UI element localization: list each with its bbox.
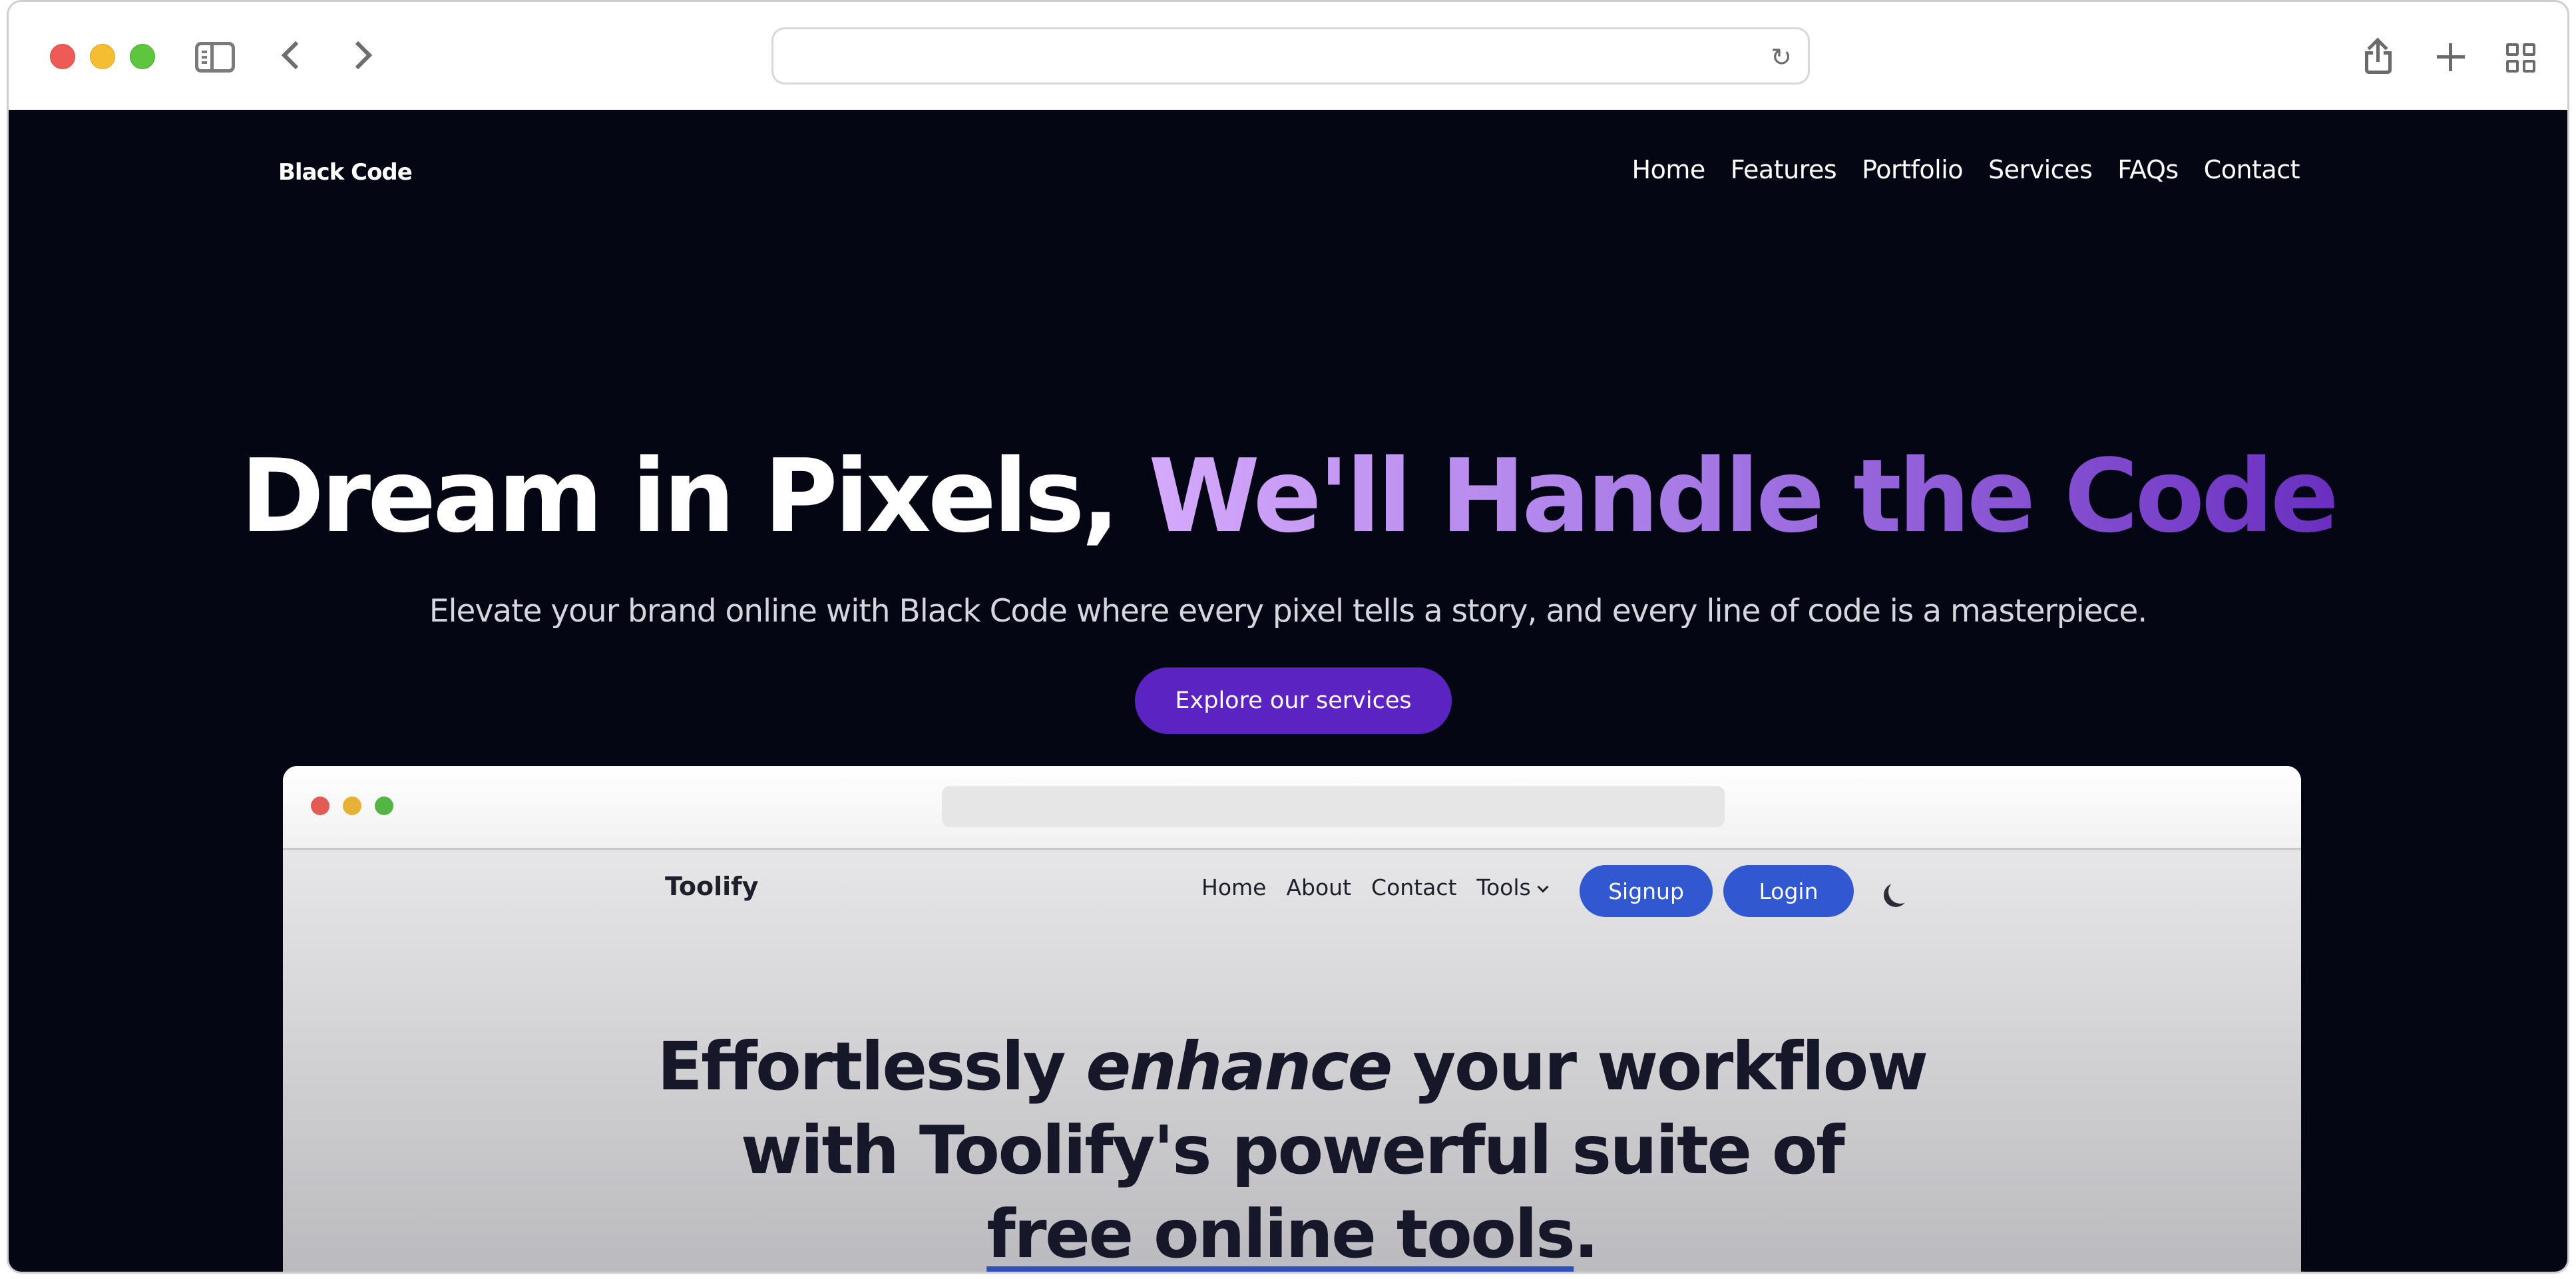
preview-zoom-dot [375, 797, 393, 815]
preview-toolbar [283, 766, 2301, 850]
tab-overview-icon[interactable] [2506, 43, 2537, 74]
preview-headline: Effortlessly enhance your workflow with … [283, 1025, 2301, 1272]
moon-icon [1888, 880, 1912, 904]
back-icon[interactable] [281, 41, 310, 70]
headline-text: . [1574, 1195, 1599, 1272]
preview-nav-home: Home [1201, 874, 1267, 900]
preview-page: Toolify Home About Contact Tools Signup … [283, 852, 2301, 1272]
hero-title: Dream in Pixels, We'll Handle the Code [9, 446, 2567, 547]
nav-link-faqs[interactable]: FAQs [2117, 155, 2179, 184]
preview-signup-button: Signup [1580, 865, 1713, 917]
preview-headline-line3: free online tools. [283, 1192, 2301, 1272]
share-icon[interactable] [2365, 37, 2392, 74]
preview-nav-tools-label: Tools [1476, 874, 1531, 900]
preview-headline-line1: Effortlessly enhance your workflow [283, 1025, 2301, 1109]
hero-title-gradient: We'll Handle the Code [1148, 437, 2339, 555]
preview-login-button: Login [1723, 865, 1854, 917]
headline-underlined: free online tools [986, 1195, 1576, 1272]
nav-link-contact[interactable]: Contact [2204, 155, 2300, 184]
preview-nav-tools: Tools [1476, 874, 1549, 900]
preview-browser-mockup: Toolify Home About Contact Tools Signup … [283, 766, 2301, 1272]
site-nav: Home Features Portfolio Services FAQs Co… [1632, 155, 2300, 184]
minimize-window-button[interactable] [90, 44, 115, 69]
hero-subtitle: Elevate your brand online with Black Cod… [429, 593, 2147, 630]
forward-icon[interactable] [343, 41, 373, 70]
address-input[interactable] [787, 36, 1732, 76]
preview-headline-line2: with Toolify's powerful suite of [740, 1111, 1845, 1189]
browser-window: ↻ Black Code Home Features Portfolio Ser… [7, 0, 2569, 1274]
sidebar-icon[interactable] [195, 42, 235, 73]
zoom-window-button[interactable] [130, 44, 155, 69]
nav-link-features[interactable]: Features [1731, 155, 1837, 184]
nav-link-services[interactable]: Services [1988, 155, 2093, 184]
preview-nav-contact: Contact [1371, 874, 1457, 900]
website-viewport: Black Code Home Features Portfolio Servi… [9, 110, 2567, 1272]
nav-link-portfolio[interactable]: Portfolio [1862, 155, 1963, 184]
nav-link-home[interactable]: Home [1632, 155, 1706, 184]
preview-nav: Home About Contact Tools [1201, 874, 1549, 900]
explore-services-button[interactable]: Explore our services [1135, 667, 1452, 734]
browser-toolbar: ↻ [9, 2, 2567, 110]
new-tab-icon[interactable] [2437, 43, 2465, 71]
preview-close-dot [311, 797, 329, 815]
preview-minimize-dot [343, 797, 361, 815]
headline-text: Effortlessly [657, 1027, 1086, 1105]
reload-icon[interactable]: ↻ [1768, 44, 1795, 71]
site-logo[interactable]: Black Code [278, 159, 413, 186]
address-bar[interactable]: ↻ [771, 27, 1810, 85]
chevron-down-icon [1537, 881, 1549, 893]
headline-italic: enhance [1086, 1027, 1393, 1105]
close-window-button[interactable] [50, 44, 75, 69]
preview-logo: Toolify [665, 872, 759, 901]
hero-title-white: Dream in Pixels, [240, 437, 1120, 555]
preview-nav-about: About [1286, 874, 1352, 900]
headline-text: your workflow [1391, 1027, 1928, 1105]
preview-address-bar [942, 786, 1725, 827]
